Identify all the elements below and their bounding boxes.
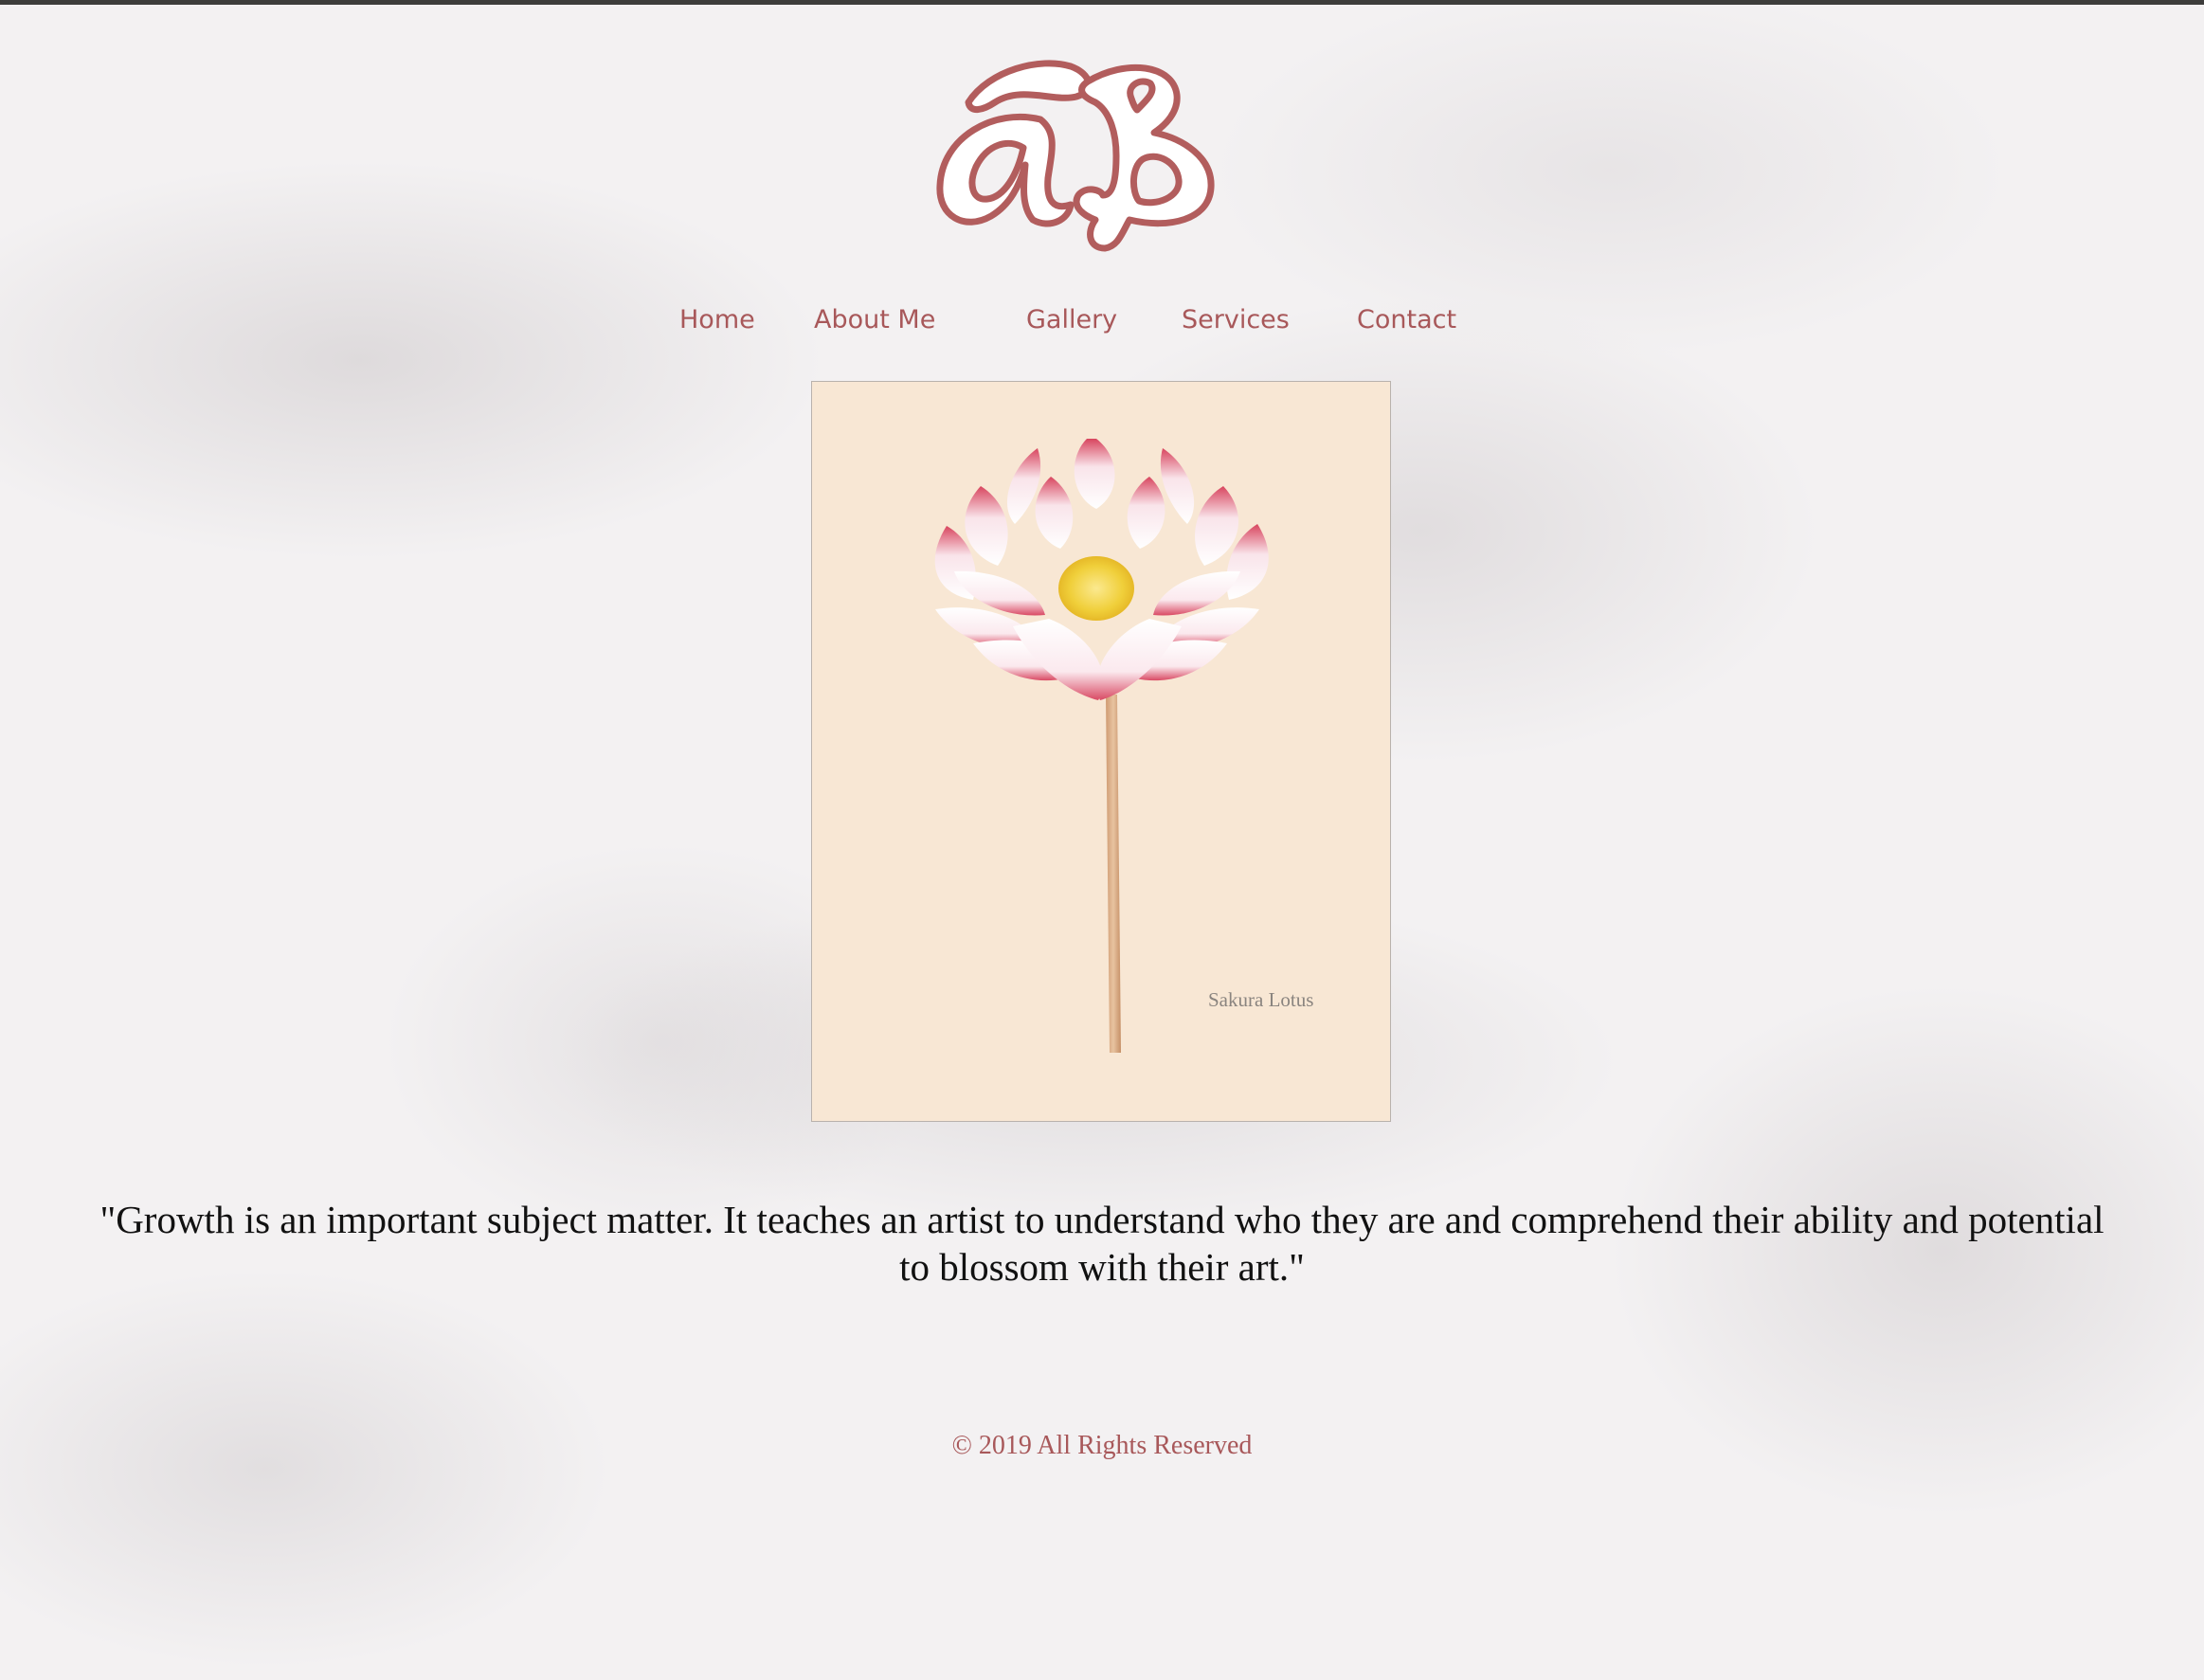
nav-services-link[interactable]: Services xyxy=(1182,305,1290,334)
footer-copyright: © 2019 All Rights Reserved xyxy=(951,1431,1253,1460)
site-logo[interactable] xyxy=(929,53,1232,262)
nav-about-me-link[interactable]: About Me xyxy=(814,305,935,334)
main-nav: Home About Me Gallery Services Contact xyxy=(0,305,2204,343)
nav-contact-link[interactable]: Contact xyxy=(1357,305,1456,334)
top-strip xyxy=(0,0,2204,5)
logo-monogram-icon xyxy=(936,60,1215,252)
artist-quote: "Growth is an important subject matter. … xyxy=(99,1198,2105,1289)
nav-home-link[interactable]: Home xyxy=(679,305,755,334)
artwork-caption: Sakura Lotus xyxy=(1208,988,1314,1011)
artwork-image[interactable]: Sakura Lotus xyxy=(811,381,1391,1122)
nav-gallery-link[interactable]: Gallery xyxy=(1026,305,1117,334)
